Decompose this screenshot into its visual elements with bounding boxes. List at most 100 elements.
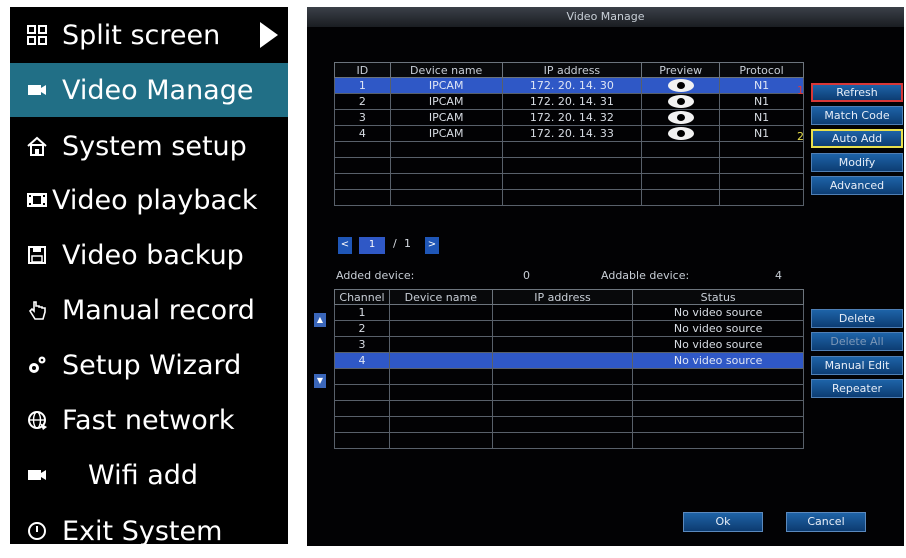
scroll-down-button[interactable]: ▼ (314, 374, 326, 388)
menu-item-split-screen[interactable]: Split screen (10, 8, 288, 62)
device-protocol: N1 (719, 93, 804, 110)
device-ip: 172. 20. 14. 30 (501, 77, 643, 94)
cancel-button[interactable]: Cancel (786, 512, 866, 532)
table-row[interactable]: 3 IPCAM 172. 20. 14. 32 N1 (334, 109, 804, 126)
channel-table: Channel Device name IP address Status 1 … (334, 289, 804, 449)
menu-item-video-manage[interactable]: Video Manage (10, 63, 288, 117)
eye-icon[interactable] (667, 111, 694, 125)
prev-page-button[interactable]: < (338, 237, 352, 254)
channel-device-name (388, 320, 493, 337)
column-header: Preview (641, 62, 721, 78)
menu-item-exit-system[interactable]: Exit System (10, 504, 288, 558)
preview-cell (641, 109, 721, 126)
table-row-empty (334, 157, 804, 174)
eye-icon[interactable] (667, 127, 694, 141)
device-id: 4 (334, 125, 391, 142)
ok-button[interactable]: Ok (683, 512, 763, 532)
delete-all-button[interactable]: Delete All (811, 332, 903, 351)
table-row[interactable]: 1 IPCAM 172. 20. 14. 30 N1 (334, 77, 804, 94)
floppy-disk-icon (24, 242, 50, 268)
main-menu: Split screen Video Manage System setup V… (10, 7, 288, 547)
table-row-empty (334, 400, 804, 417)
device-name: IPCAM (389, 125, 503, 142)
device-name: IPCAM (389, 77, 503, 94)
menu-item-fast-network[interactable]: Fast network (10, 393, 288, 447)
table-row-empty (334, 384, 804, 401)
table-row-empty (334, 368, 804, 385)
menu-item-system-setup[interactable]: System setup (10, 119, 288, 173)
menu-item-video-playback[interactable]: Video playback (10, 173, 288, 227)
dialog-title: Video Manage (307, 7, 904, 27)
auto-add-button[interactable]: Auto Add (811, 129, 903, 148)
channel-ip (491, 304, 634, 321)
column-header: IP address (491, 289, 634, 305)
table-row[interactable]: 2 IPCAM 172. 20. 14. 31 N1 (334, 93, 804, 110)
table-row[interactable]: 4 No video source (334, 352, 804, 369)
power-icon (24, 518, 50, 544)
table-row-empty (334, 173, 804, 190)
menu-item-label: Fast network (62, 404, 235, 436)
menu-item-label: Video backup (62, 239, 244, 271)
advanced-button[interactable]: Advanced (811, 176, 903, 195)
device-ip: 172. 20. 14. 31 (501, 93, 643, 110)
table-row-empty (334, 141, 804, 158)
preview-cell (641, 93, 721, 110)
channel-status: No video source (632, 320, 804, 337)
menu-item-manual-record[interactable]: Manual record (10, 283, 288, 337)
table-row-empty (334, 432, 804, 449)
column-header: Device name (388, 289, 493, 305)
menu-item-label: Wifi add (88, 459, 199, 491)
device-table: ID Device name IP address Preview Protoc… (334, 62, 804, 206)
menu-item-setup-wizard[interactable]: Setup Wizard (10, 338, 288, 392)
table-row[interactable]: 3 No video source (334, 336, 804, 353)
menu-item-label: Split screen (62, 19, 221, 51)
match-code-button[interactable]: Match Code (811, 106, 903, 125)
repeater-button[interactable]: Repeater (811, 379, 903, 398)
delete-button[interactable]: Delete (811, 309, 903, 328)
preview-cell (641, 77, 721, 94)
eye-icon[interactable] (667, 95, 694, 109)
modify-button[interactable]: Modify (811, 153, 903, 172)
channel-status: No video source (632, 336, 804, 353)
eye-icon[interactable] (667, 79, 694, 93)
submenu-arrow-icon (260, 22, 278, 48)
total-pages: 1 (404, 237, 411, 250)
page-separator: / (393, 237, 397, 250)
film-icon (24, 187, 50, 213)
menu-item-label: System setup (62, 130, 247, 162)
addable-device-count: 4 (775, 269, 782, 282)
menu-item-video-backup[interactable]: Video backup (10, 228, 288, 282)
scroll-up-button[interactable]: ▲ (314, 313, 326, 327)
device-id: 3 (334, 109, 391, 126)
next-page-button[interactable]: > (425, 237, 439, 254)
table-row[interactable]: 2 No video source (334, 320, 804, 337)
device-ip: 172. 20. 14. 33 (501, 125, 643, 142)
device-protocol: N1 (719, 125, 804, 142)
added-device-count: 0 (523, 269, 530, 282)
annotation-2: 2 (797, 130, 804, 143)
table-row[interactable]: 4 IPCAM 172. 20. 14. 33 N1 (334, 125, 804, 142)
menu-item-label: Video playback (52, 184, 258, 216)
channel-number: 3 (334, 336, 390, 353)
device-id: 2 (334, 93, 391, 110)
refresh-button[interactable]: Refresh (811, 83, 903, 102)
device-ip: 172. 20. 14. 32 (501, 109, 643, 126)
annotation-1: 1 (797, 84, 804, 97)
channel-number: 2 (334, 320, 390, 337)
column-header: IP address (501, 62, 643, 78)
menu-item-label: Video Manage (62, 74, 254, 106)
menu-item-wifi-add[interactable]: Wifi add (10, 448, 288, 502)
added-device-label: Added device: (336, 269, 415, 282)
table-row[interactable]: 1 No video source (334, 304, 804, 321)
column-header: ID (334, 62, 391, 78)
device-protocol: N1 (719, 77, 804, 94)
table-row-empty (334, 189, 804, 206)
channel-status: No video source (632, 352, 804, 369)
manual-edit-button[interactable]: Manual Edit (811, 356, 903, 375)
hand-pointer-icon (24, 297, 50, 323)
channel-device-name (388, 352, 493, 369)
channel-device-name (388, 304, 493, 321)
current-page: 1 (359, 237, 385, 254)
split-screen-icon (24, 22, 50, 48)
globe-icon (24, 407, 50, 433)
